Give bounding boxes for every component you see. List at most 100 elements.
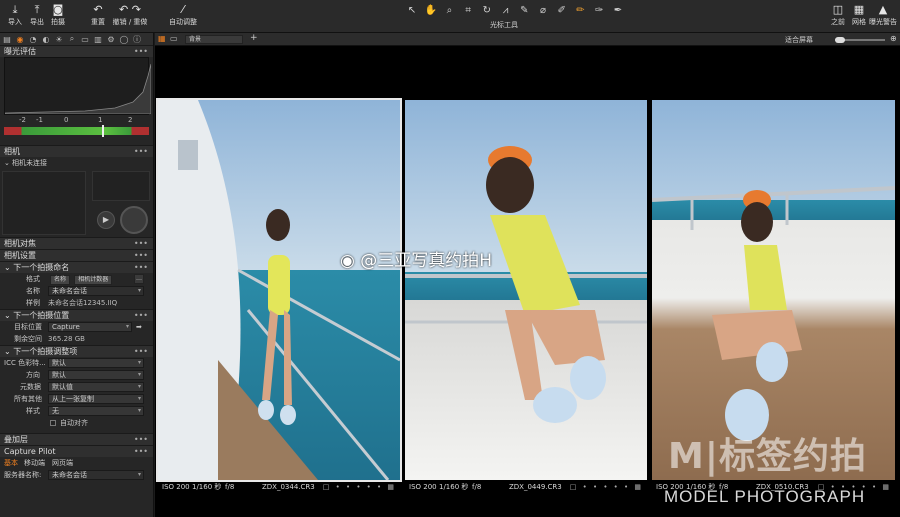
icc-select[interactable]: 默认 — [48, 358, 144, 368]
details-tab-icon[interactable]: ⌕ — [67, 34, 77, 44]
info-tab-icon[interactable]: ⓘ — [132, 34, 142, 45]
zoom-slider[interactable] — [835, 37, 885, 43]
thumbnail-image[interactable] — [405, 100, 647, 480]
camera-icon: ◙ — [52, 3, 64, 16]
rotate-icon[interactable]: ↻ — [480, 4, 494, 18]
library-tab-icon[interactable]: ▤ — [2, 35, 12, 44]
brush-icon[interactable]: ✐ — [555, 4, 569, 18]
color-tab-icon[interactable]: ◐ — [41, 35, 51, 44]
style-select[interactable]: 无 — [48, 406, 144, 416]
chevron-down-icon: ⌄ — [4, 347, 11, 356]
chevron-down-icon: ⌄ — [4, 159, 10, 167]
shutter-button[interactable] — [120, 206, 148, 234]
all-other-select[interactable]: 从上一张复制 — [48, 394, 144, 404]
destination-row: 目标位置 Capture ➡ — [0, 321, 153, 333]
live-view-box — [2, 171, 86, 235]
pan-icon[interactable]: ✋ — [424, 4, 438, 18]
camera-header[interactable]: 相机 ••• — [0, 145, 153, 157]
capture-tab-icon[interactable]: ◉ — [15, 35, 25, 44]
format-row: 格式 名称 相机计数器 … — [26, 274, 144, 285]
grid-view-icon[interactable]: ▦ — [158, 34, 166, 43]
magic-wand-icon: ⁄ — [182, 3, 184, 16]
counter-chip[interactable]: 相机计数器 — [74, 275, 113, 285]
tab-web[interactable]: 网页端 — [52, 457, 73, 469]
histogram — [4, 57, 152, 115]
name-chip[interactable]: 名称 — [50, 275, 71, 285]
overlay-header[interactable]: 叠加层 ••• — [0, 433, 153, 445]
cursor-tools-label: 光标工具 — [490, 21, 518, 29]
spot-icon[interactable]: ✎ — [517, 4, 531, 18]
arrow-right-icon[interactable]: ➡ — [136, 321, 142, 333]
photo-content — [652, 186, 895, 441]
name-field[interactable]: 未命名会话 — [48, 286, 144, 296]
adjust-row: 元数据 默认值 — [0, 381, 153, 393]
capture-pilot-tabs: 基本 移动端 网页端 — [0, 457, 153, 469]
exposure-scale: -2 -1 0 1 2 — [19, 116, 133, 124]
free-space-row: 剩余空间 365.28 GB — [14, 335, 85, 343]
adjust-row: 方向 默认 — [0, 369, 153, 381]
next-location-header[interactable]: ⌄ 下一个拍摄位置 ••• — [0, 309, 153, 321]
undo-redo-button[interactable]: ↶ ↷ 撤销 / 重做 — [110, 3, 150, 31]
destination-select[interactable]: Capture — [48, 322, 132, 332]
orientation-select[interactable]: 默认 — [48, 370, 144, 380]
tab-basic[interactable]: 基本 — [4, 457, 18, 469]
rating-dots[interactable]: □ • • • • • ▦ — [323, 480, 396, 494]
auto-adjust-button[interactable]: ⁄ 自动调整 — [166, 3, 200, 31]
exposure-tab-icon[interactable]: ☀ — [54, 35, 64, 44]
format-edit-button[interactable]: … — [134, 274, 144, 284]
single-view-icon[interactable]: ▭ — [170, 34, 178, 43]
server-name-field[interactable]: 未命名会话 — [48, 470, 144, 480]
auto-align-checkbox[interactable] — [50, 420, 56, 426]
warning-icon: ▲ — [878, 3, 888, 16]
select-cursor-icon[interactable]: ↖ — [405, 4, 419, 18]
crop-icon[interactable]: ⌗ — [461, 4, 475, 18]
fit-screen-label[interactable]: 适合屏幕 — [785, 35, 813, 45]
exposure-meter — [4, 125, 149, 137]
keystone-icon[interactable]: ⩘ — [499, 4, 513, 18]
rating-dots[interactable]: □ • • • • • ▦ — [570, 480, 643, 494]
video-icon[interactable]: ▶ — [97, 211, 115, 229]
zoom-in-icon[interactable]: ⊕ — [890, 34, 897, 43]
capture-button[interactable]: ◙ 拍摄 — [43, 3, 73, 31]
weibo-icon: ◉ — [340, 251, 355, 271]
exposure-warning-button[interactable]: ▲ 曝光警告 — [866, 3, 900, 31]
lens-tab-icon[interactable]: ◔ — [28, 35, 38, 44]
output-tab-icon[interactable]: ⚙ — [106, 35, 116, 44]
reset-button[interactable]: ↶ 重置 — [83, 3, 113, 31]
top-toolbar: ⤓ 导入 ⤒ 导出 ◙ 拍摄 ↶ 重置 ↶ ↷ 撤销 / 重做 ⁄ 自动调整 ↖… — [0, 0, 900, 33]
thumbnail-image[interactable] — [156, 98, 402, 482]
add-icon[interactable]: + — [250, 33, 258, 43]
adjust-row: 所有其他 从上一张复制 — [0, 393, 153, 405]
gradient-icon[interactable]: ✑ — [592, 4, 606, 18]
color-picker-icon[interactable]: ✒ — [611, 4, 625, 18]
metadata-tab-icon[interactable]: ▥ — [93, 35, 103, 44]
exposure-evaluation-header[interactable]: 曝光评估 ••• — [0, 45, 153, 57]
photo-content — [158, 100, 400, 480]
camera-controls: ▶ — [0, 169, 153, 237]
batch-tab-icon[interactable]: ◯ — [119, 35, 129, 44]
zoom-slider-handle[interactable] — [835, 37, 845, 43]
histogram-graph — [4, 63, 152, 115]
zoom-icon[interactable]: ⌕ — [442, 4, 456, 18]
background-select[interactable]: 背景 — [185, 35, 243, 44]
camera-info-box — [92, 171, 150, 201]
thumbnail-image[interactable] — [652, 100, 895, 480]
left-tool-panel: ▤ ◉ ◔ ◐ ☀ ⌕ ▭ ▥ ⚙ ◯ ⓘ 曝光评估 ••• -2 -1 0 1… — [0, 33, 154, 517]
white-balance-icon[interactable]: ⌀ — [536, 4, 550, 18]
adjust-tab-icon[interactable]: ▭ — [80, 35, 90, 44]
camera-focus-header[interactable]: 相机对焦 ••• — [0, 237, 153, 249]
metadata-select[interactable]: 默认值 — [48, 382, 144, 392]
adjust-row: ICC 色彩特... 默认 — [0, 357, 153, 369]
example-row: 样例 未命名会话12345.IIQ — [26, 299, 118, 307]
next-adjust-header[interactable]: ⌄ 下一个拍摄调整项 ••• — [0, 345, 153, 357]
camera-status: ⌄ 相机未连接 — [4, 159, 47, 167]
exposure-indicator — [102, 125, 105, 137]
adjust-row: 样式 无 — [0, 405, 153, 417]
erase-icon[interactable]: ✏ — [573, 4, 587, 18]
weibo-watermark: ◉ @三亚写真约拍H — [340, 251, 493, 271]
capture-pilot-header[interactable]: Capture Pilot ••• — [0, 445, 153, 457]
tab-mobile[interactable]: 移动端 — [24, 457, 45, 469]
camera-settings-header[interactable]: 相机设置 ••• — [0, 249, 153, 261]
brand-subtitle-watermark: MODEL PHOTOGRAPH — [664, 487, 866, 506]
next-naming-header[interactable]: ⌄ 下一个拍摄命名 ••• — [0, 261, 153, 273]
